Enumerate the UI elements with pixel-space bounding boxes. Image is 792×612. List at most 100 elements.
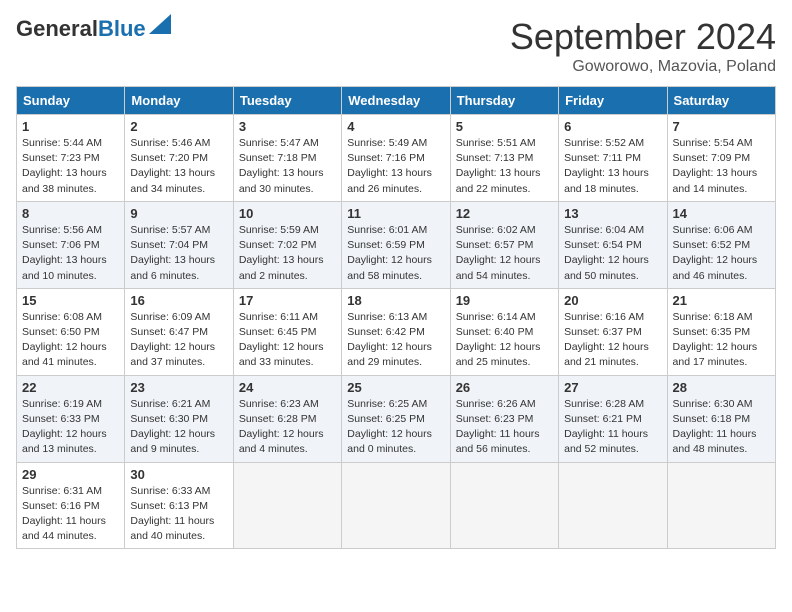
day-info: Sunrise: 5:46 AM Sunset: 7:20 PM Dayligh… (130, 136, 227, 197)
day-info: Sunrise: 5:47 AM Sunset: 7:18 PM Dayligh… (239, 136, 336, 197)
day-number: 16 (130, 293, 227, 308)
day-number: 20 (564, 293, 661, 308)
calendar-day-cell: 12 Sunrise: 6:02 AM Sunset: 6:57 PM Dayli… (450, 201, 558, 288)
calendar-day-cell: 8 Sunrise: 5:56 AM Sunset: 7:06 PM Daylig… (17, 201, 125, 288)
day-info: Sunrise: 5:52 AM Sunset: 7:11 PM Dayligh… (564, 136, 661, 197)
day-info: Sunrise: 6:16 AM Sunset: 6:37 PM Dayligh… (564, 310, 661, 371)
logo-icon (149, 14, 171, 34)
day-number: 26 (456, 380, 553, 395)
logo: General Blue (16, 16, 171, 42)
calendar-day-cell: 7 Sunrise: 5:54 AM Sunset: 7:09 PM Daylig… (667, 115, 775, 202)
weekday-header-saturday: Saturday (667, 87, 775, 115)
weekday-header-tuesday: Tuesday (233, 87, 341, 115)
calendar-day-cell: 13 Sunrise: 6:04 AM Sunset: 6:54 PM Dayli… (559, 201, 667, 288)
weekday-header-sunday: Sunday (17, 87, 125, 115)
weekday-header-wednesday: Wednesday (342, 87, 450, 115)
day-number: 2 (130, 119, 227, 134)
day-info: Sunrise: 6:18 AM Sunset: 6:35 PM Dayligh… (673, 310, 770, 371)
day-number: 1 (22, 119, 119, 134)
calendar-header: SundayMondayTuesdayWednesdayThursdayFrid… (17, 87, 776, 115)
day-info: Sunrise: 6:23 AM Sunset: 6:28 PM Dayligh… (239, 397, 336, 458)
calendar-day-cell: 24 Sunrise: 6:23 AM Sunset: 6:28 PM Dayli… (233, 375, 341, 462)
calendar-day-cell: 30Sunrise: 6:33 AM Sunset: 6:13 PM Dayli… (125, 462, 233, 549)
calendar-day-cell: 15 Sunrise: 6:08 AM Sunset: 6:50 PM Dayli… (17, 288, 125, 375)
weekday-header-friday: Friday (559, 87, 667, 115)
logo-general: General (16, 16, 98, 42)
calendar-day-cell (450, 462, 558, 549)
calendar-day-cell: 4 Sunrise: 5:49 AM Sunset: 7:16 PM Daylig… (342, 115, 450, 202)
calendar-day-cell: 1 Sunrise: 5:44 AM Sunset: 7:23 PM Daylig… (17, 115, 125, 202)
calendar-day-cell: 10Sunrise: 5:59 AM Sunset: 7:02 PM Dayli… (233, 201, 341, 288)
calendar-day-cell: 16Sunrise: 6:09 AM Sunset: 6:47 PM Dayli… (125, 288, 233, 375)
calendar-week-row: 1 Sunrise: 5:44 AM Sunset: 7:23 PM Daylig… (17, 115, 776, 202)
day-info: Sunrise: 6:30 AM Sunset: 6:18 PM Dayligh… (673, 397, 770, 458)
calendar-day-cell: 28Sunrise: 6:30 AM Sunset: 6:18 PM Dayli… (667, 375, 775, 462)
location: Goworowo, Mazovia, Poland (510, 58, 776, 76)
calendar-day-cell: 14Sunrise: 6:06 AM Sunset: 6:52 PM Dayli… (667, 201, 775, 288)
calendar-day-cell: 25 Sunrise: 6:25 AM Sunset: 6:25 PM Dayli… (342, 375, 450, 462)
calendar-body: 1 Sunrise: 5:44 AM Sunset: 7:23 PM Daylig… (17, 115, 776, 549)
day-info: Sunrise: 6:25 AM Sunset: 6:25 PM Dayligh… (347, 397, 444, 458)
day-number: 24 (239, 380, 336, 395)
day-info: Sunrise: 6:31 AM Sunset: 6:16 PM Dayligh… (22, 484, 119, 545)
day-info: Sunrise: 6:13 AM Sunset: 6:42 PM Dayligh… (347, 310, 444, 371)
day-number: 11 (347, 206, 444, 221)
day-number: 15 (22, 293, 119, 308)
calendar-day-cell: 23Sunrise: 6:21 AM Sunset: 6:30 PM Dayli… (125, 375, 233, 462)
calendar-week-row: 8 Sunrise: 5:56 AM Sunset: 7:06 PM Daylig… (17, 201, 776, 288)
calendar-table: SundayMondayTuesdayWednesdayThursdayFrid… (16, 86, 776, 549)
day-number: 25 (347, 380, 444, 395)
weekday-header-monday: Monday (125, 87, 233, 115)
calendar-day-cell: 17 Sunrise: 6:11 AM Sunset: 6:45 PM Dayli… (233, 288, 341, 375)
day-number: 17 (239, 293, 336, 308)
day-info: Sunrise: 6:21 AM Sunset: 6:30 PM Dayligh… (130, 397, 227, 458)
calendar-day-cell: 26 Sunrise: 6:26 AM Sunset: 6:23 PM Dayli… (450, 375, 558, 462)
logo-text: General Blue (16, 16, 171, 42)
day-number: 30 (130, 467, 227, 482)
day-number: 3 (239, 119, 336, 134)
calendar-day-cell (667, 462, 775, 549)
calendar-day-cell (342, 462, 450, 549)
calendar-day-cell: 21 Sunrise: 6:18 AM Sunset: 6:35 PM Dayli… (667, 288, 775, 375)
day-number: 4 (347, 119, 444, 134)
day-info: Sunrise: 6:19 AM Sunset: 6:33 PM Dayligh… (22, 397, 119, 458)
day-info: Sunrise: 6:08 AM Sunset: 6:50 PM Dayligh… (22, 310, 119, 371)
weekday-row: SundayMondayTuesdayWednesdayThursdayFrid… (17, 87, 776, 115)
day-info: Sunrise: 6:01 AM Sunset: 6:59 PM Dayligh… (347, 223, 444, 284)
calendar-day-cell: 5Sunrise: 5:51 AM Sunset: 7:13 PM Daylig… (450, 115, 558, 202)
calendar-week-row: 29 Sunrise: 6:31 AM Sunset: 6:16 PM Dayli… (17, 462, 776, 549)
day-number: 27 (564, 380, 661, 395)
day-number: 19 (456, 293, 553, 308)
calendar-day-cell: 22Sunrise: 6:19 AM Sunset: 6:33 PM Dayli… (17, 375, 125, 462)
month-year: September 2024 (510, 16, 776, 58)
logo-blue: Blue (98, 16, 146, 42)
page-header: General Blue September 2024 Goworowo, Ma… (16, 16, 776, 76)
day-number: 7 (673, 119, 770, 134)
day-number: 12 (456, 206, 553, 221)
day-info: Sunrise: 6:28 AM Sunset: 6:21 PM Dayligh… (564, 397, 661, 458)
day-number: 29 (22, 467, 119, 482)
calendar-week-row: 15 Sunrise: 6:08 AM Sunset: 6:50 PM Dayli… (17, 288, 776, 375)
day-number: 13 (564, 206, 661, 221)
calendar-day-cell: 29 Sunrise: 6:31 AM Sunset: 6:16 PM Dayli… (17, 462, 125, 549)
day-info: Sunrise: 6:04 AM Sunset: 6:54 PM Dayligh… (564, 223, 661, 284)
day-info: Sunrise: 5:49 AM Sunset: 7:16 PM Dayligh… (347, 136, 444, 197)
calendar-day-cell: 18Sunrise: 6:13 AM Sunset: 6:42 PM Dayli… (342, 288, 450, 375)
day-number: 21 (673, 293, 770, 308)
day-info: Sunrise: 6:02 AM Sunset: 6:57 PM Dayligh… (456, 223, 553, 284)
day-info: Sunrise: 6:26 AM Sunset: 6:23 PM Dayligh… (456, 397, 553, 458)
day-number: 14 (673, 206, 770, 221)
calendar-day-cell: 3 Sunrise: 5:47 AM Sunset: 7:18 PM Daylig… (233, 115, 341, 202)
day-number: 10 (239, 206, 336, 221)
day-info: Sunrise: 6:14 AM Sunset: 6:40 PM Dayligh… (456, 310, 553, 371)
day-info: Sunrise: 5:56 AM Sunset: 7:06 PM Dayligh… (22, 223, 119, 284)
day-number: 9 (130, 206, 227, 221)
day-info: Sunrise: 5:54 AM Sunset: 7:09 PM Dayligh… (673, 136, 770, 197)
calendar-day-cell (233, 462, 341, 549)
calendar-day-cell: 9Sunrise: 5:57 AM Sunset: 7:04 PM Daylig… (125, 201, 233, 288)
day-info: Sunrise: 5:44 AM Sunset: 7:23 PM Dayligh… (22, 136, 119, 197)
calendar-day-cell: 19 Sunrise: 6:14 AM Sunset: 6:40 PM Dayli… (450, 288, 558, 375)
day-number: 8 (22, 206, 119, 221)
calendar-day-cell: 11 Sunrise: 6:01 AM Sunset: 6:59 PM Dayli… (342, 201, 450, 288)
day-info: Sunrise: 6:11 AM Sunset: 6:45 PM Dayligh… (239, 310, 336, 371)
